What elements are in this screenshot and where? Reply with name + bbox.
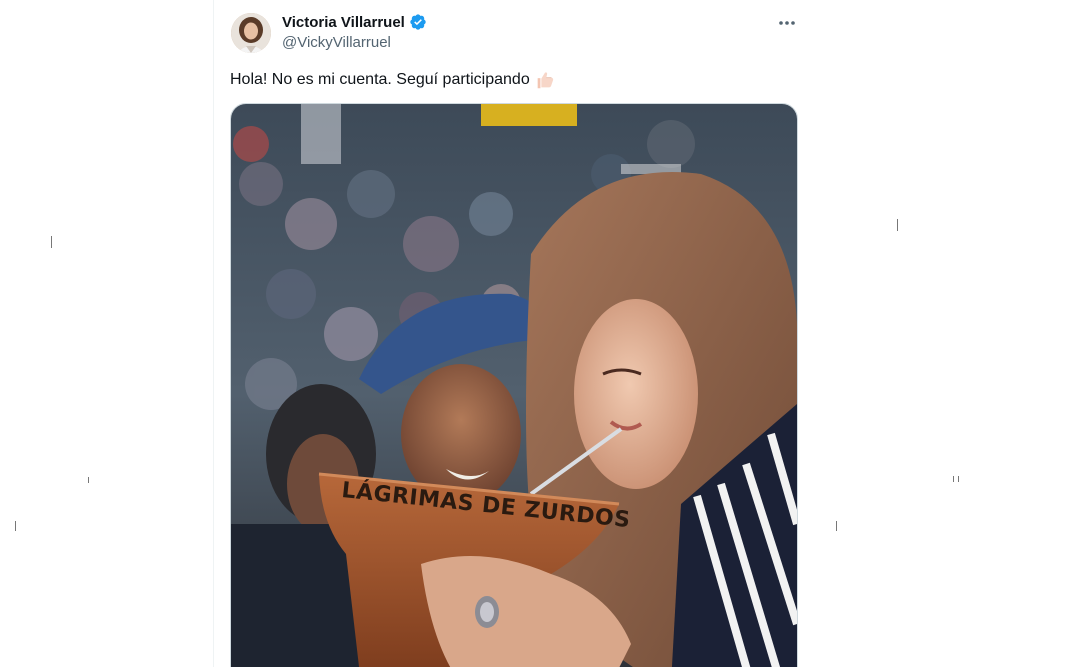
verified-badge-icon [410,14,426,30]
page: Victoria Villarruel @VickyVillarruel Hol… [0,0,1089,667]
artifact-mark [88,477,89,483]
artifact-mark [836,521,837,531]
tweet-media-image[interactable] [230,103,798,667]
artifact-mark [958,476,959,482]
thumbs-up-icon [537,72,553,89]
user-handle[interactable]: @VickyVillarruel [282,34,427,51]
artifact-mark [953,476,954,482]
more-options-button[interactable] [776,14,798,32]
artifact-mark [15,521,16,531]
profile-photo-icon [231,13,271,53]
ellipsis-icon [779,21,795,25]
display-name[interactable]: Victoria Villarruel [282,14,405,31]
artifact-mark [897,219,898,231]
tweet-text: Hola! No es mi cuenta. Seguí participand… [230,69,556,91]
avatar[interactable] [231,13,271,53]
name-row: Victoria Villarruel [282,12,427,32]
artifact-mark [51,236,52,248]
photo-illustration [231,104,797,667]
tweet-header: Victoria Villarruel @VickyVillarruel [282,12,427,51]
tweet-text-content: Hola! No es mi cuenta. Seguí participand… [230,71,530,88]
